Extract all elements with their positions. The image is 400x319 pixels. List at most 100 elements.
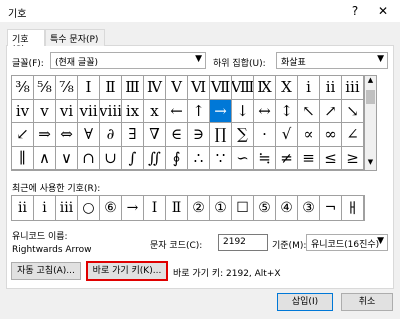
symbol-cell[interactable]: ⅶ (78, 99, 100, 123)
chevron-down-icon: ▼ (195, 54, 202, 64)
symbol-cell[interactable]: ↖ (298, 99, 320, 123)
recent-symbol-cell[interactable]: ¬ (320, 196, 342, 220)
font-select[interactable]: (현재 글꼴) ▼ (50, 52, 206, 69)
recent-symbol-cell[interactable]: ○ (78, 196, 100, 220)
recent-symbol-cell[interactable]: ☐ (232, 196, 254, 220)
symbol-cell[interactable]: Ⅶ (210, 76, 232, 100)
symbol-cell[interactable]: ≤ (320, 146, 342, 170)
shortcut-key-button[interactable]: 바로 가기 키(K)... (86, 261, 168, 281)
recent-symbol-cell[interactable]: ⅰ (34, 196, 56, 220)
symbol-cell[interactable]: ∇ (144, 123, 166, 147)
tab-special-characters[interactable]: 특수 문자(P) (45, 29, 105, 46)
symbol-cell[interactable]: ≡ (298, 146, 320, 170)
symbol-cell[interactable]: ∏ (210, 123, 232, 147)
symbol-cell[interactable]: ⅱ (320, 76, 342, 100)
recent-symbol-cell[interactable]: ⅲ (56, 196, 78, 220)
help-button[interactable]: ? (346, 3, 364, 19)
symbol-cell[interactable]: Ⅵ (188, 76, 210, 100)
symbol-cell[interactable]: ≥ (342, 146, 364, 170)
subset-select[interactable]: 화살표 ▼ (276, 52, 388, 69)
symbol-cell[interactable]: · (254, 123, 276, 147)
symbol-cell-selected[interactable]: → (210, 99, 232, 123)
autocorrect-button[interactable]: 자동 고침(A)... (11, 262, 81, 280)
symbol-cell[interactable]: ∂ (100, 123, 122, 147)
symbol-cell[interactable]: ↙ (12, 123, 34, 147)
cancel-button[interactable]: 취소 (341, 293, 393, 311)
symbol-cell[interactable]: ∝ (298, 123, 320, 147)
close-button[interactable]: ✕ (374, 3, 392, 19)
recent-symbol-cell[interactable]: ④ (276, 196, 298, 220)
symbol-cell[interactable]: ⅷ (100, 99, 122, 123)
recent-symbol-cell[interactable]: ⅱ (12, 196, 34, 220)
symbol-cell[interactable]: ⅝ (34, 76, 56, 100)
recent-symbols[interactable]: ⅱ ⅰ ⅲ ○ ⑥ → Ⅰ Ⅱ ② ① ☐ ⑤ ④ ③ ¬ ㅐ (11, 195, 365, 221)
symbol-cell[interactable]: ∬ (144, 146, 166, 170)
symbol-cell[interactable]: ⅴ (34, 99, 56, 123)
symbol-grid-scrollbar[interactable]: ▲ ▼ (364, 75, 377, 171)
symbol-cell[interactable]: ∠ (342, 123, 364, 147)
symbol-cell[interactable]: ↘ (342, 99, 364, 123)
insert-button[interactable]: 삽입(I) (277, 293, 333, 311)
symbol-cell[interactable]: ⅲ (342, 76, 364, 100)
symbol-cell[interactable]: ⅰ (298, 76, 320, 100)
recent-symbol-cell[interactable]: ① (210, 196, 232, 220)
symbol-cell[interactable]: Ⅷ (232, 76, 254, 100)
from-select[interactable]: 유니코드(16진수) ▼ (306, 234, 388, 251)
symbol-cell[interactable]: ↓ (232, 99, 254, 123)
char-code-input[interactable]: 2192 (218, 234, 268, 251)
title-bar (0, 0, 400, 22)
recent-symbol-cell[interactable]: ⑥ (100, 196, 122, 220)
symbol-cell[interactable]: ∽ (232, 146, 254, 170)
symbol-cell[interactable]: ∵ (210, 146, 232, 170)
symbol-cell[interactable]: ⅵ (56, 99, 78, 123)
symbol-cell[interactable]: ∴ (188, 146, 210, 170)
recent-symbol-cell[interactable]: ㅐ (342, 196, 364, 220)
symbol-cell[interactable]: ↔ (254, 99, 276, 123)
symbol-cell[interactable]: ∞ (320, 123, 342, 147)
symbol-cell[interactable]: ∩ (78, 146, 100, 170)
symbol-cell[interactable]: ∑ (232, 123, 254, 147)
scrollbar-thumb[interactable] (366, 90, 375, 104)
scroll-down-icon[interactable]: ▼ (365, 158, 376, 170)
recent-symbol-cell[interactable]: ⑤ (254, 196, 276, 220)
symbol-cell[interactable]: ≒ (254, 146, 276, 170)
symbol-cell[interactable]: ⅞ (56, 76, 78, 100)
symbol-cell[interactable]: Ⅱ (100, 76, 122, 100)
symbol-cell[interactable]: ∈ (166, 123, 188, 147)
recent-symbol-cell[interactable]: Ⅱ (166, 196, 188, 220)
recent-symbol-cell[interactable]: ② (188, 196, 210, 220)
tab-symbols[interactable]: 기호(S) (7, 29, 45, 55)
recent-symbol-cell[interactable]: Ⅰ (144, 196, 166, 220)
symbol-cell[interactable]: ∨ (56, 146, 78, 170)
recent-symbol-cell[interactable]: ③ (298, 196, 320, 220)
scroll-up-icon[interactable]: ▲ (365, 76, 376, 88)
symbol-cell[interactable]: Ⅳ (144, 76, 166, 100)
symbol-cell[interactable]: ⅸ (122, 99, 144, 123)
symbol-cell[interactable]: ∋ (188, 123, 210, 147)
symbol-cell[interactable]: Ⅲ (122, 76, 144, 100)
symbol-cell[interactable]: Ⅴ (166, 76, 188, 100)
symbol-cell[interactable]: Ⅰ (78, 76, 100, 100)
symbol-cell[interactable]: ↑ (188, 99, 210, 123)
symbol-cell[interactable]: ≠ (276, 146, 298, 170)
symbol-cell[interactable]: ∀ (78, 123, 100, 147)
symbol-cell[interactable]: ⅳ (12, 99, 34, 123)
symbol-cell[interactable]: Ⅸ (254, 76, 276, 100)
symbol-grid[interactable]: ⅜ ⅝ ⅞ Ⅰ Ⅱ Ⅲ Ⅳ Ⅴ Ⅵ Ⅶ Ⅷ Ⅸ Ⅹⅰ ⅱ ⅲ ⅳ ⅴ ⅵ ⅶ ⅷ ⅸ ⅹ ← ↑ → ↓ ↔ ↕ ↖ ↗ ↘ ↙ ⇒ ⇔ ∀ ∂ ∃ ∇ ∈… (11, 75, 364, 171)
symbol-cell[interactable]: ∥ (12, 146, 34, 170)
symbol-cell[interactable]: ⅹ (144, 99, 166, 123)
symbol-cell[interactable]: ∮ (166, 146, 188, 170)
symbol-cell[interactable]: ∪ (100, 146, 122, 170)
symbol-cell[interactable]: ↕ (276, 99, 298, 123)
symbol-cell[interactable]: ← (166, 99, 188, 123)
symbol-cell[interactable]: ∧ (34, 146, 56, 170)
symbol-cell[interactable]: ⇒ (34, 123, 56, 147)
symbol-cell[interactable]: ⇔ (56, 123, 78, 147)
symbol-cell[interactable]: ∃ (122, 123, 144, 147)
symbol-cell[interactable]: √ (276, 123, 298, 147)
symbol-cell[interactable]: ∫ (122, 146, 144, 170)
symbol-cell[interactable]: Ⅹ (276, 76, 298, 100)
symbol-cell[interactable]: ↗ (320, 99, 342, 123)
symbol-cell[interactable]: ⅜ (12, 76, 34, 100)
recent-symbol-cell[interactable]: → (122, 196, 144, 220)
